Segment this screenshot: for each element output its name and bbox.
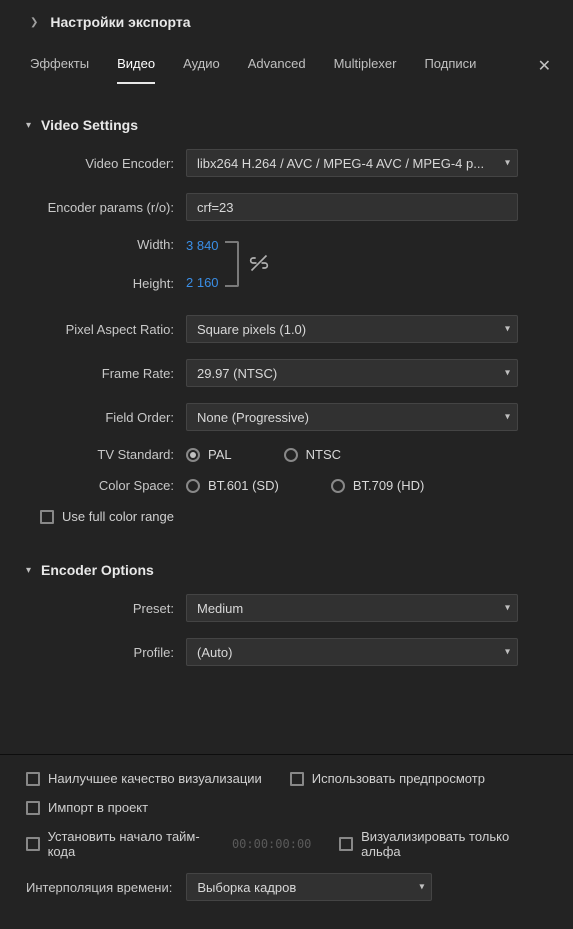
input-height[interactable]: 2 160 xyxy=(186,275,219,290)
radio-dot-icon xyxy=(331,479,345,493)
radio-bt709[interactable]: BT.709 (HD) xyxy=(331,478,425,493)
chevron-down-icon[interactable]: ▾ xyxy=(26,120,31,131)
checkbox-icon xyxy=(26,837,40,851)
label-framerate: Frame Rate: xyxy=(26,366,186,381)
chevron-right-icon[interactable]: ❯ xyxy=(30,17,38,28)
label-video-encoder: Video Encoder: xyxy=(26,156,186,171)
label-profile: Profile: xyxy=(26,645,186,660)
input-width[interactable]: 3 840 xyxy=(186,238,219,253)
radio-ntsc[interactable]: NTSC xyxy=(284,447,341,462)
label-time-interpolation: Интерполяция времени: xyxy=(26,880,172,895)
select-field-order[interactable]: None (Progressive) ▾ xyxy=(186,403,518,431)
select-video-encoder[interactable]: libx264 H.264 / AVC / MPEG-4 AVC / MPEG-… xyxy=(186,149,518,177)
checkbox-render-alpha[interactable]: Визуализировать только альфа xyxy=(339,829,547,859)
panel-title: Настройки экспорта xyxy=(50,14,190,30)
dimension-bracket xyxy=(225,241,239,287)
section-title: Encoder Options xyxy=(41,562,154,578)
tab-video[interactable]: Видео xyxy=(103,48,169,84)
label-preset: Preset: xyxy=(26,601,186,616)
checkbox-icon xyxy=(40,510,54,524)
label-field-order: Field Order: xyxy=(26,410,186,425)
checkbox-full-color-range[interactable]: Use full color range xyxy=(40,509,547,524)
label-tv-standard: TV Standard: xyxy=(26,447,186,462)
input-encoder-params[interactable]: crf=23 xyxy=(186,193,518,221)
checkbox-icon xyxy=(26,801,40,815)
radio-bt601[interactable]: BT.601 (SD) xyxy=(186,478,279,493)
tab-effects[interactable]: Эффекты xyxy=(16,48,103,84)
checkbox-icon xyxy=(290,772,304,786)
chevron-down-icon[interactable]: ▾ xyxy=(26,565,31,576)
radio-pal[interactable]: PAL xyxy=(186,447,232,462)
close-icon[interactable]: ✕ xyxy=(532,48,557,84)
tab-captions[interactable]: Подписи xyxy=(410,48,490,84)
tab-bar: Эффекты Видео Аудио Advanced Multiplexer… xyxy=(0,48,573,85)
label-par: Pixel Aspect Ratio: xyxy=(26,322,186,337)
checkbox-max-quality[interactable]: Наилучшее качество визуализации xyxy=(26,771,262,786)
select-preset[interactable]: Medium ▾ xyxy=(186,594,518,622)
label-height: Height: xyxy=(26,276,174,291)
label-color-space: Color Space: xyxy=(26,478,186,493)
tab-audio[interactable]: Аудио xyxy=(169,48,234,84)
label-width: Width: xyxy=(26,237,174,252)
link-broken-icon[interactable] xyxy=(249,253,269,276)
select-par[interactable]: Square pixels (1.0) ▾ xyxy=(186,315,518,343)
section-encoder-options: ▾ Encoder Options Preset: Medium ▾ Profi… xyxy=(0,544,573,690)
checkbox-icon xyxy=(26,772,40,786)
checkbox-icon xyxy=(339,837,353,851)
checkbox-set-start-timecode[interactable]: Установить начало тайм-кода 00:00:00:00 xyxy=(26,829,311,859)
footer: Наилучшее качество визуализации Использо… xyxy=(0,754,573,929)
select-framerate[interactable]: 29.97 (NTSC) ▾ xyxy=(186,359,518,387)
select-time-interpolation[interactable]: Выборка кадров ▾ xyxy=(186,873,432,901)
radio-dot-icon xyxy=(284,448,298,462)
label-encoder-params: Encoder params (r/o): xyxy=(26,200,186,215)
tab-advanced[interactable]: Advanced xyxy=(234,48,320,84)
checkbox-import-project[interactable]: Импорт в проект xyxy=(26,800,148,815)
tab-multiplexer[interactable]: Multiplexer xyxy=(320,48,411,84)
section-video-settings: ▾ Video Settings Video Encoder: libx264 … xyxy=(0,99,573,544)
section-title: Video Settings xyxy=(41,117,138,133)
timecode-value: 00:00:00:00 xyxy=(232,837,311,851)
select-profile[interactable]: (Auto) ▾ xyxy=(186,638,518,666)
radio-dot-icon xyxy=(186,448,200,462)
radio-dot-icon xyxy=(186,479,200,493)
checkbox-use-preview[interactable]: Использовать предпросмотр xyxy=(290,771,485,786)
